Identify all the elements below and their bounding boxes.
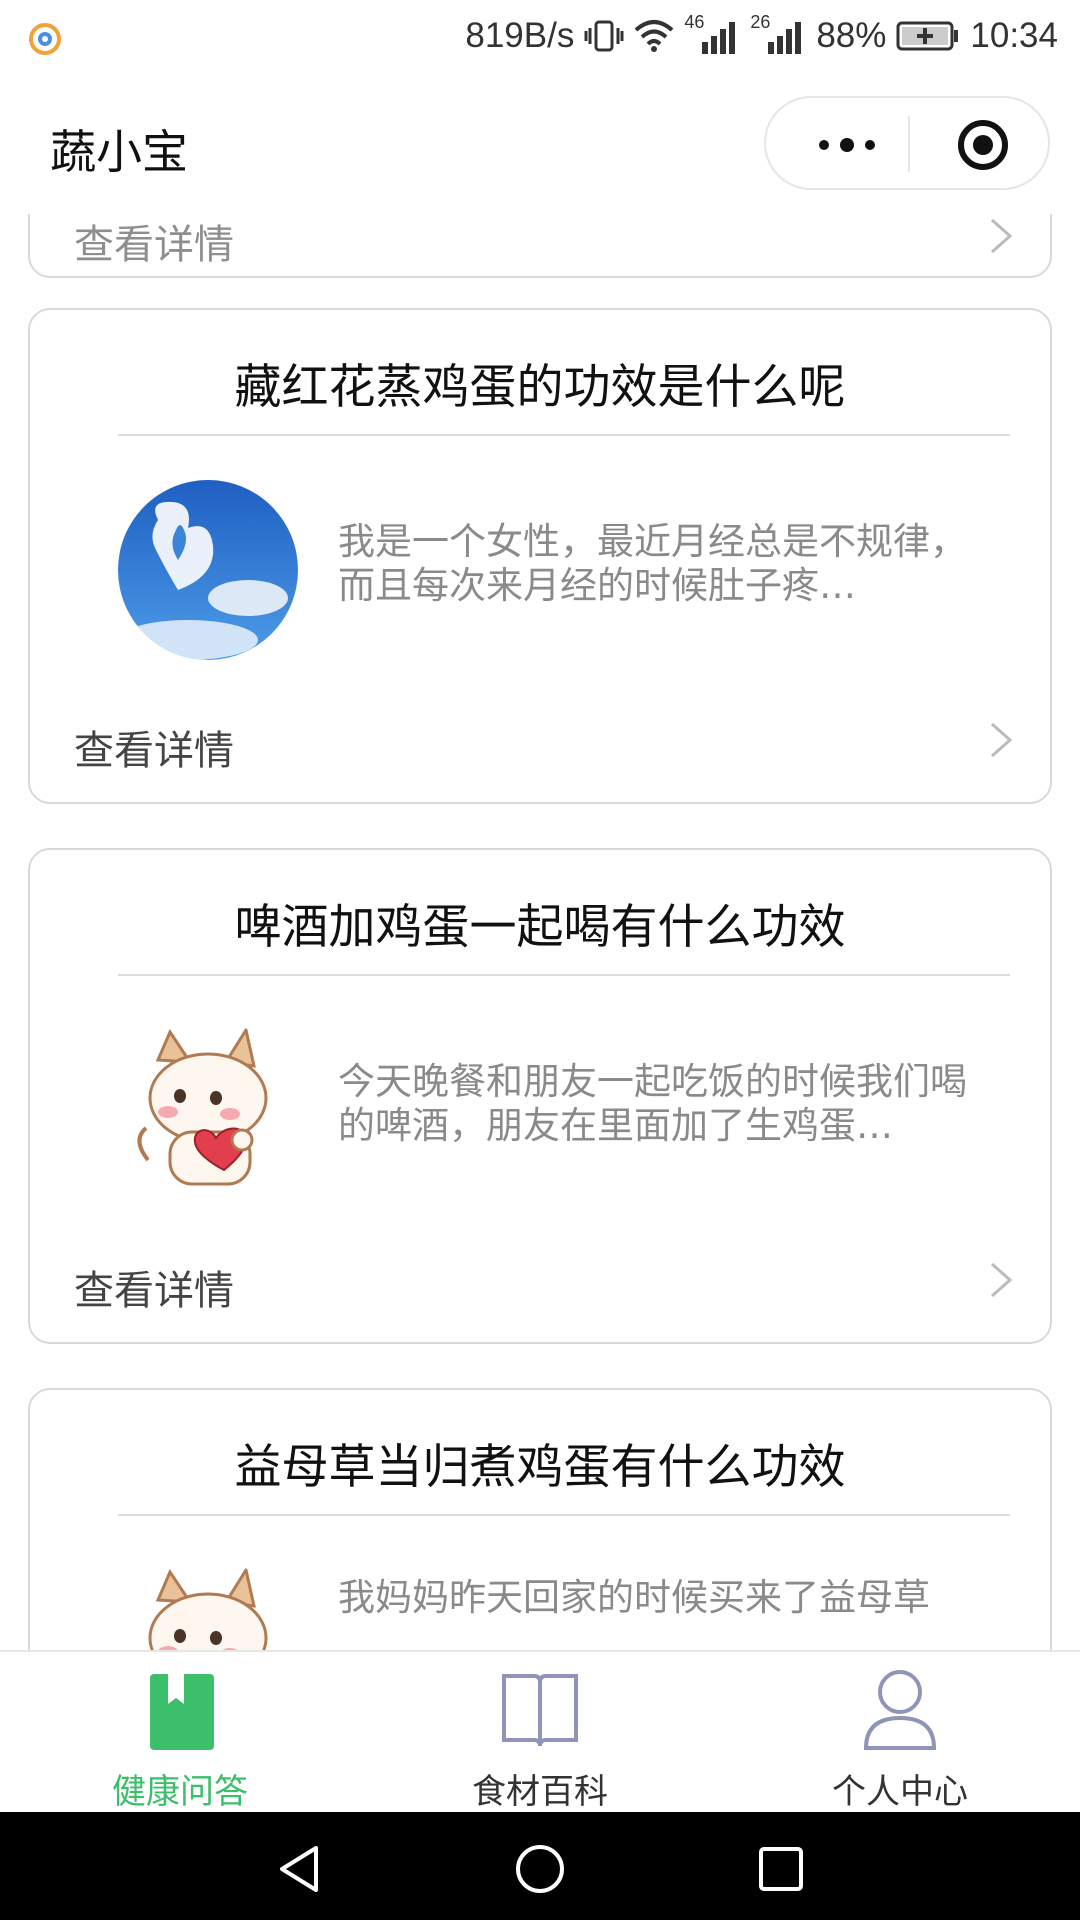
- open-book-icon: [502, 1674, 578, 1747]
- question-title: 益母草当归煮鸡蛋有什么功效: [234, 1440, 846, 1495]
- back-triangle-icon[interactable]: [272, 1842, 326, 1896]
- more-dots-icon[interactable]: [812, 128, 882, 162]
- qa-card-partial[interactable]: 查看详情: [28, 214, 1052, 278]
- question-excerpt: 今天晚餐和朋友一起吃饭的时候我们喝的啤酒，朋友在里面加了生鸡蛋…: [338, 1060, 967, 1146]
- wifi-icon: [635, 20, 674, 52]
- tab-ingredients[interactable]: 食材百科: [440, 1666, 640, 1812]
- divider: [118, 1514, 1010, 1516]
- chevron-right-icon: [991, 722, 1013, 758]
- detail-link[interactable]: 查看详情: [74, 214, 234, 270]
- bookmark-book-icon: [150, 1674, 214, 1750]
- app-title: 蔬小宝: [50, 125, 188, 179]
- question-title: 藏红花蒸鸡蛋的功效是什么呢: [234, 360, 846, 415]
- signal-2: 26: [750, 12, 806, 56]
- status-icons: 819B/s 46 26 88% 10:34: [465, 12, 1058, 60]
- detail-link[interactable]: 查看详情: [74, 1258, 234, 1316]
- chevron-right-icon: [991, 218, 1013, 254]
- divider: [118, 974, 1010, 976]
- bottom-tab-bar: 健康问答 食材百科 个人中心: [0, 1650, 1080, 1812]
- recents-square-icon[interactable]: [754, 1842, 808, 1896]
- network-speed: 819B/s: [465, 16, 575, 55]
- signal-bars-icon: [702, 22, 736, 54]
- tab-label: 健康问答: [112, 1772, 248, 1812]
- capsule-divider: [908, 116, 910, 172]
- question-excerpt: 我妈妈昨天回家的时候买来了益母草: [338, 1576, 930, 1619]
- mini-program-capsule: [764, 96, 1050, 190]
- vibrate-icon: [584, 20, 624, 52]
- qa-list[interactable]: 查看详情 藏红花蒸鸡蛋的功效是什么呢 我是一个女性，最近月经总是不规律，而且每次…: [0, 214, 1080, 1650]
- status-bar: 819B/s 46 26 88% 10:34: [0, 0, 1080, 72]
- question-thumbnail: [118, 480, 298, 660]
- signal-bars-icon: [768, 22, 802, 54]
- qa-card[interactable]: 益母草当归煮鸡蛋有什么功效 我妈妈昨天回家的时候买来了益母草: [28, 1388, 1052, 1650]
- qa-card[interactable]: 啤酒加鸡蛋一起喝有什么功效 今天晚餐和朋友一起吃饭的时候我们喝的啤酒，朋友在里面…: [28, 848, 1052, 1344]
- question-excerpt: 我是一个女性，最近月经总是不规律，而且每次来月经的时候肚子疼…: [338, 520, 967, 606]
- detail-link[interactable]: 查看详情: [74, 718, 234, 776]
- question-thumbnail: [118, 1560, 298, 1650]
- tab-label: 个人中心: [832, 1772, 968, 1812]
- home-circle-icon[interactable]: [513, 1842, 567, 1896]
- user-icon: [863, 1670, 937, 1750]
- clock: 10:34: [970, 16, 1058, 55]
- qa-card[interactable]: 藏红花蒸鸡蛋的功效是什么呢 我是一个女性，最近月经总是不规律，而且每次来月经的时…: [28, 308, 1052, 804]
- question-title: 啤酒加鸡蛋一起喝有什么功效: [234, 900, 846, 955]
- tab-profile[interactable]: 个人中心: [800, 1666, 1000, 1812]
- record-target-icon[interactable]: [956, 118, 1010, 172]
- battery-charging-icon: [896, 21, 959, 51]
- tab-label: 食材百科: [472, 1772, 608, 1812]
- battery-percent: 88%: [816, 16, 887, 55]
- app-notification-icon: [29, 23, 61, 55]
- question-thumbnail: [118, 1020, 298, 1200]
- chevron-right-icon: [991, 1262, 1013, 1298]
- tab-health-qa[interactable]: 健康问答: [80, 1666, 280, 1812]
- divider: [118, 434, 1010, 436]
- system-nav-bar: [0, 1812, 1080, 1920]
- signal-1: 46: [684, 12, 740, 56]
